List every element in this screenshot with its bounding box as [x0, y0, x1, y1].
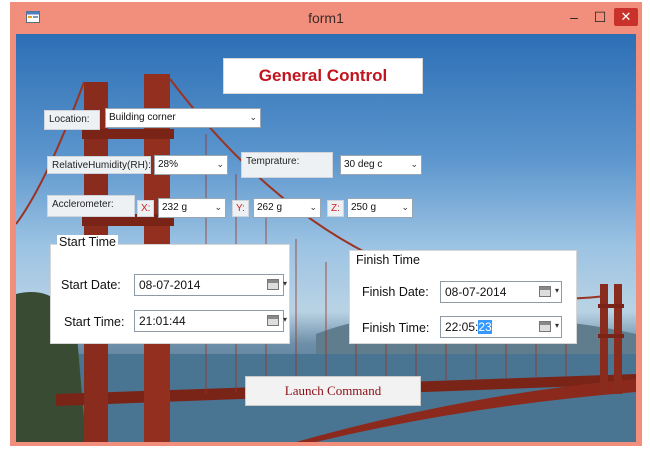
finish-time-group-title: Finish Time: [354, 253, 422, 267]
humidity-label: RelativeHumidity(RH):: [47, 156, 151, 174]
close-button[interactable]: ✕: [614, 8, 638, 26]
minimize-button[interactable]: –: [562, 6, 586, 28]
finish-time-label: Finish Time:: [362, 321, 430, 335]
chevron-down-icon: ⌄: [410, 159, 418, 169]
accel-z-value: 250 g: [351, 202, 377, 213]
maximize-button[interactable]: ☐: [588, 6, 612, 28]
temperature-value: 30 deg c: [344, 159, 383, 170]
location-dropdown[interactable]: Building corner ⌄: [105, 108, 261, 128]
accel-x-label: X:: [137, 200, 155, 217]
finish-time-selected-segment: 23: [478, 320, 492, 334]
finish-time-group: Finish Time Finish Date: 08-07-2014 ▾ Fi…: [349, 250, 577, 344]
location-value: Building corner: [109, 112, 176, 123]
finish-time-picker[interactable]: 22:05:23 ▾: [440, 316, 562, 338]
temperature-label: Temprature:: [241, 152, 333, 178]
start-date-label: Start Date:: [61, 278, 121, 292]
chevron-down-icon: ⌄: [214, 202, 222, 212]
accel-y-value: 262 g: [257, 202, 283, 213]
finish-date-value: 08-07-2014: [445, 285, 507, 299]
location-label: Location:: [44, 110, 100, 130]
form-client-area: General Control Location: Building corne…: [16, 34, 636, 442]
finish-date-label: Finish Date:: [362, 285, 429, 299]
window-title: form1: [308, 10, 344, 26]
accel-z-label: Z:: [327, 200, 344, 217]
calendar-icon: ▾: [539, 286, 559, 297]
page-title: General Control: [223, 58, 423, 94]
start-date-value: 08-07-2014: [139, 278, 201, 292]
chevron-down-icon: ⌄: [216, 159, 224, 169]
chevron-down-icon: ⌄: [401, 202, 409, 212]
calendar-icon: ▾: [267, 279, 287, 290]
chevron-down-icon: ⌄: [309, 202, 317, 212]
finish-date-picker[interactable]: 08-07-2014 ▾: [440, 281, 562, 303]
chevron-down-icon: ⌄: [249, 112, 257, 122]
calendar-icon: ▾: [267, 315, 287, 326]
title-bar[interactable]: form1 – ☐ ✕: [10, 2, 642, 34]
start-date-picker[interactable]: 08-07-2014 ▾: [134, 274, 287, 296]
accel-x-dropdown[interactable]: 232 g ⌄: [158, 198, 226, 218]
accel-z-dropdown[interactable]: 250 g ⌄: [347, 198, 413, 218]
start-time-group: Start Time Start Date: 08-07-2014 ▾ Star…: [50, 235, 290, 344]
accel-x-value: 232 g: [162, 202, 188, 213]
start-time-value: 21:01:44: [139, 314, 186, 328]
start-time-picker[interactable]: 21:01:44 ▾: [134, 310, 287, 332]
launch-command-button[interactable]: Launch Command: [245, 376, 421, 406]
finish-time-value: 22:05:: [445, 320, 479, 334]
accel-y-label: Y:: [232, 200, 249, 217]
accel-y-dropdown[interactable]: 262 g ⌄: [253, 198, 321, 218]
humidity-dropdown[interactable]: 28% ⌄: [154, 155, 228, 175]
start-time-group-title: Start Time: [57, 235, 118, 249]
calendar-icon: ▾: [539, 321, 559, 332]
window: form1 – ☐ ✕ General Control Location: Bu…: [10, 2, 642, 446]
humidity-value: 28%: [158, 159, 179, 170]
accelerometer-label: Acclerometer:: [47, 195, 135, 217]
temperature-dropdown[interactable]: 30 deg c ⌄: [340, 155, 422, 175]
start-time-label: Start Time:: [64, 315, 125, 329]
